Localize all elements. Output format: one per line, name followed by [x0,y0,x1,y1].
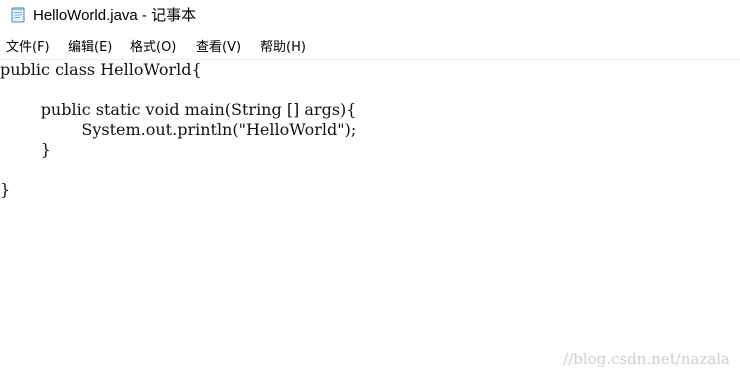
text-editor[interactable]: public class HelloWorld{ public static v… [0,60,740,381]
menu-view[interactable]: 查看(V) [196,39,241,56]
code-line-3: public static void main(String [] args){ [0,100,357,119]
menu-file[interactable]: 文件(F) [6,39,50,56]
window-title: HelloWorld.java - 记事本 [33,7,197,24]
menu-bar: 文件(F) 编辑(E) 格式(O) 查看(V) 帮助(H) [0,36,740,60]
code-line-7: } [0,180,11,199]
code-line-1: public class HelloWorld{ [0,60,202,79]
title-bar[interactable]: HelloWorld.java - 记事本 [0,0,740,33]
code-line-5: } [0,140,51,159]
menu-edit[interactable]: 编辑(E) [68,39,112,56]
notepad-icon [11,7,25,23]
menu-help[interactable]: 帮助(H) [260,39,306,56]
menu-format[interactable]: 格式(O) [130,39,176,56]
watermark: //blog.csdn.net/nazala [563,350,730,368]
notepad-window: HelloWorld.java - 记事本 文件(F) 编辑(E) 格式(O) … [0,0,740,381]
code-line-4: System.out.println("HelloWorld"); [0,120,357,139]
